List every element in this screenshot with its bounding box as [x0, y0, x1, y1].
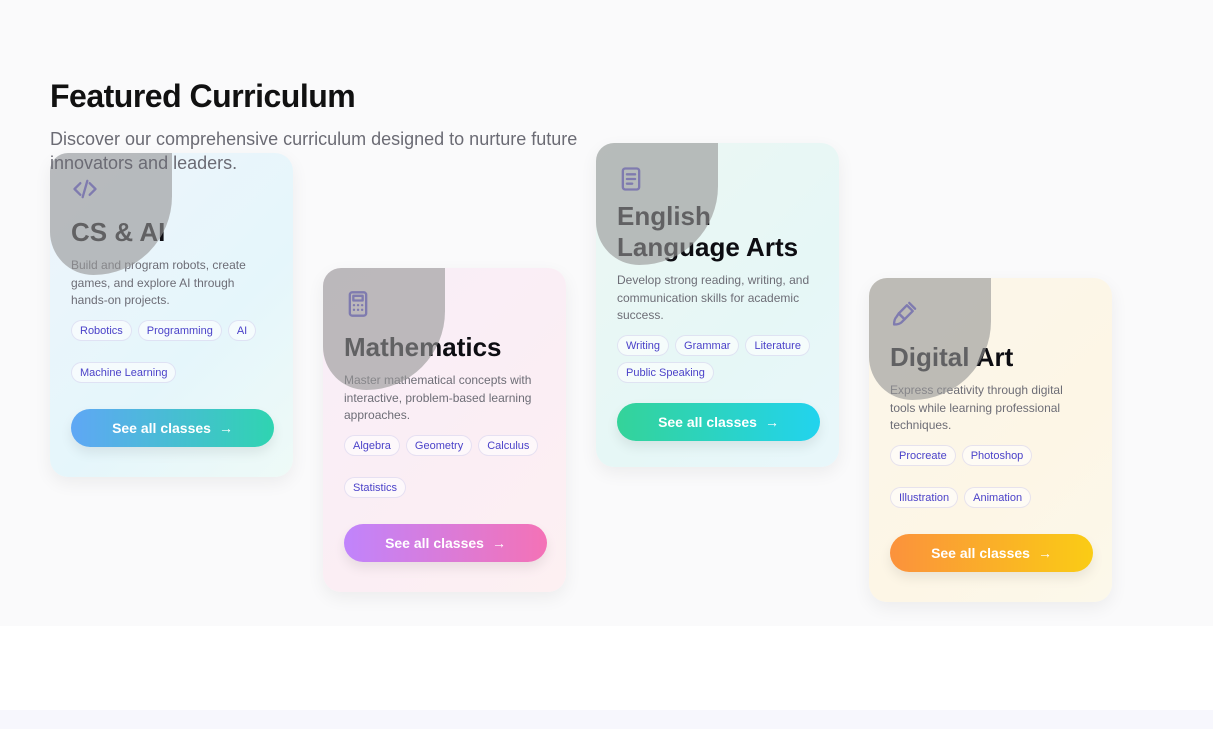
tag: Algebra	[344, 434, 400, 456]
tag: Animation	[964, 486, 1032, 508]
button-label: See all classes	[112, 419, 211, 436]
section-subtitle: Discover our comprehensive curriculum de…	[50, 129, 578, 173]
book-icon	[617, 165, 645, 193]
tag-list: Writing Grammar Literature Public Speaki…	[617, 334, 818, 383]
section-title: Featured Curriculum	[50, 78, 356, 114]
code-icon	[71, 175, 99, 203]
tag: Procreate	[890, 444, 956, 466]
arrow-right-icon: →	[764, 413, 779, 430]
card-title: Mathematics	[344, 332, 502, 362]
arrow-right-icon: →	[491, 534, 506, 551]
featured-curriculum-section: Featured Curriculum Discover our compreh…	[0, 0, 1213, 626]
paintbrush-icon	[890, 300, 918, 328]
button-label: See all classes	[385, 534, 484, 551]
arrow-right-icon: →	[1037, 544, 1052, 561]
tag: Literature	[745, 334, 810, 356]
tag: Machine Learning	[71, 361, 177, 383]
card-description: Develop strong reading, writing, and com…	[617, 273, 810, 322]
tag-list: Procreate Photoshop Illustration Animati…	[890, 444, 1091, 508]
button-label: See all classes	[658, 413, 757, 430]
see-all-classes-button[interactable]: See all classes →	[617, 402, 820, 441]
tag: Grammar	[675, 334, 740, 356]
card-description: Master mathematical concepts with intera…	[344, 373, 532, 422]
tag: Illustration	[890, 486, 959, 508]
card-title: Digital Art	[890, 342, 1014, 372]
card-title: English Language Arts	[617, 201, 799, 262]
tag: Robotics	[71, 319, 132, 341]
card-description: Express creativity through digital tools…	[890, 383, 1063, 432]
button-label: See all classes	[931, 544, 1030, 561]
see-all-classes-button[interactable]: See all classes →	[890, 533, 1093, 572]
tag: Public Speaking	[617, 361, 714, 383]
calculator-icon	[344, 290, 372, 318]
card-description: Build and program robots, create games, …	[71, 258, 246, 307]
tag-list: Algebra Geometry Calculus Statistics	[344, 434, 545, 498]
see-all-classes-button[interactable]: See all classes →	[71, 408, 274, 447]
next-section-edge	[0, 710, 1213, 729]
curriculum-card-english-language-arts: English Language Arts Develop strong rea…	[596, 143, 839, 467]
tag: Photoshop	[961, 444, 1033, 466]
tag-list: Robotics Programming AI Machine Learning	[71, 319, 272, 383]
tag: Writing	[617, 334, 670, 356]
curriculum-card-mathematics: Mathematics Master mathematical concepts…	[323, 268, 566, 592]
see-all-classes-button[interactable]: See all classes →	[344, 523, 547, 562]
curriculum-card-digital-art: Digital Art Express creativity through d…	[869, 278, 1112, 602]
tag: AI	[227, 319, 257, 341]
tag: Calculus	[478, 434, 539, 456]
curriculum-card-cs-ai: CS & AI Build and program robots, create…	[50, 153, 293, 477]
arrow-right-icon: →	[218, 419, 233, 436]
card-title: CS & AI	[71, 217, 166, 247]
tag: Statistics	[344, 476, 407, 498]
tag: Geometry	[405, 434, 473, 456]
tag: Programming	[137, 319, 222, 341]
